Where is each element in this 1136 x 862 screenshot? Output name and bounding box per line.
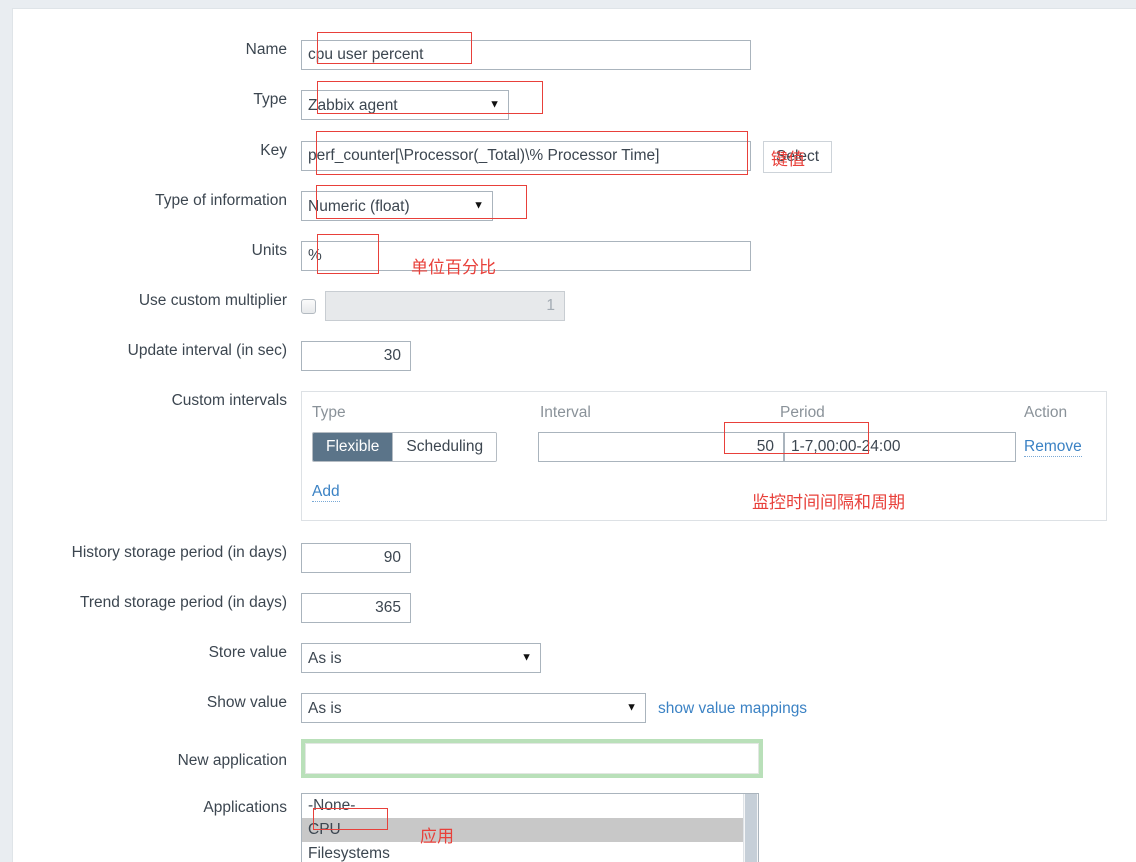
show-value-select[interactable]: As is — [301, 693, 646, 723]
label-units: Units — [251, 242, 287, 259]
field-trend-storage — [301, 593, 411, 623]
form-row-key: Key Select — [13, 141, 1136, 173]
update-interval-input[interactable] — [301, 341, 411, 371]
page-root: Name Type Zabbix agent ▼ Key Sele — [0, 0, 1136, 862]
label-type-of-information: Type of information — [155, 192, 287, 209]
custom-period-input[interactable] — [784, 432, 1016, 462]
applications-listbox[interactable]: -None- CPU Filesystems General — [301, 793, 759, 862]
type-of-information-select-wrap[interactable]: Numeric (float) ▼ — [301, 191, 493, 221]
applications-scrollbar[interactable] — [743, 794, 758, 862]
form-row-applications: Applications -None- CPU Filesystems Gene… — [13, 793, 1136, 862]
new-application-focus-ring — [301, 739, 763, 778]
label-custom-intervals: Custom intervals — [171, 392, 287, 409]
trend-storage-input[interactable] — [301, 593, 411, 623]
custom-intervals-header-action: Action — [1024, 404, 1068, 421]
form-row-units: Units — [13, 241, 1136, 271]
form-row-custom-intervals: Custom intervals Type Interval Period Ac… — [13, 391, 1136, 521]
custom-interval-remove-link[interactable]: Remove — [1024, 437, 1082, 457]
custom-interval-input[interactable] — [538, 432, 784, 462]
field-update-interval — [301, 341, 411, 371]
label-new-application: New application — [177, 752, 287, 769]
store-value-select[interactable]: As is — [301, 643, 541, 673]
form-row-update-interval: Update interval (in sec) — [13, 341, 1136, 371]
field-applications: -None- CPU Filesystems General — [301, 793, 759, 862]
label-store-value: Store value — [208, 644, 287, 661]
field-history-storage — [301, 543, 411, 573]
field-key: Select — [301, 141, 833, 173]
form-row-new-application: New application — [13, 739, 1136, 778]
field-name — [301, 40, 751, 70]
label-use-custom-multiplier: Use custom multiplier — [138, 292, 287, 309]
label-applications: Applications — [203, 799, 287, 816]
field-new-application — [301, 739, 763, 778]
toggle-option-scheduling[interactable]: Scheduling — [393, 433, 497, 461]
field-show-value: As is ▼ show value mappings — [301, 693, 807, 723]
custom-intervals-type-toggle[interactable]: Flexible Scheduling — [312, 432, 498, 462]
form-row-store-value: Store value As is ▼ — [13, 643, 1136, 673]
label-update-interval: Update interval (in sec) — [127, 342, 287, 359]
field-type: Zabbix agent ▼ — [301, 90, 509, 120]
store-value-select-wrap[interactable]: As is ▼ — [301, 643, 541, 673]
form-row-history-storage: History storage period (in days) — [13, 543, 1136, 573]
application-option-cpu[interactable]: CPU — [302, 818, 758, 842]
show-value-mappings-link[interactable]: show value mappings — [658, 699, 807, 718]
scrollbar-thumb[interactable] — [745, 794, 757, 862]
field-units — [301, 241, 751, 271]
label-key: Key — [260, 142, 287, 159]
field-custom-intervals: Type Interval Period Action Flexible Sch… — [301, 391, 1107, 521]
label-history-storage: History storage period (in days) — [71, 544, 287, 561]
custom-multiplier-input — [325, 291, 565, 321]
form-row-type-of-information: Type of information Numeric (float) ▼ — [13, 191, 1136, 221]
field-store-value: As is ▼ — [301, 643, 541, 673]
history-storage-input[interactable] — [301, 543, 411, 573]
item-config-panel: Name Type Zabbix agent ▼ Key Sele — [12, 8, 1136, 862]
field-type-of-information: Numeric (float) ▼ — [301, 191, 493, 221]
label-name: Name — [245, 41, 287, 58]
form-row-trend-storage: Trend storage period (in days) — [13, 593, 1136, 623]
type-select-wrap[interactable]: Zabbix agent ▼ — [301, 90, 509, 120]
custom-intervals-header-type: Type — [312, 404, 346, 421]
custom-interval-add-link[interactable]: Add — [312, 482, 340, 502]
type-of-information-select[interactable]: Numeric (float) — [301, 191, 493, 221]
new-application-input[interactable] — [305, 743, 759, 774]
label-trend-storage: Trend storage period (in days) — [79, 594, 287, 611]
key-select-button[interactable]: Select — [763, 141, 833, 173]
application-option-none[interactable]: -None- — [302, 794, 758, 818]
field-use-custom-multiplier — [301, 291, 565, 321]
custom-intervals-panel: Type Interval Period Action Flexible Sch… — [301, 391, 1107, 521]
type-select[interactable]: Zabbix agent — [301, 90, 509, 120]
form-row-use-custom-multiplier: Use custom multiplier — [13, 291, 1136, 321]
custom-intervals-header-interval: Interval — [540, 404, 591, 421]
show-value-select-wrap[interactable]: As is ▼ — [301, 693, 646, 723]
custom-intervals-header-period: Period — [780, 404, 825, 421]
form-row-name: Name — [13, 40, 1136, 70]
form-row-type: Type Zabbix agent ▼ — [13, 90, 1136, 120]
application-option-filesystems[interactable]: Filesystems — [302, 842, 758, 862]
label-type: Type — [253, 91, 287, 108]
use-custom-multiplier-checkbox[interactable] — [301, 298, 316, 314]
label-show-value: Show value — [206, 694, 287, 711]
form-row-show-value: Show value As is ▼ show value mappings — [13, 693, 1136, 723]
toggle-option-flexible[interactable]: Flexible — [313, 433, 393, 461]
name-input[interactable] — [301, 40, 751, 70]
units-input[interactable] — [301, 241, 751, 271]
key-input[interactable] — [301, 141, 751, 171]
